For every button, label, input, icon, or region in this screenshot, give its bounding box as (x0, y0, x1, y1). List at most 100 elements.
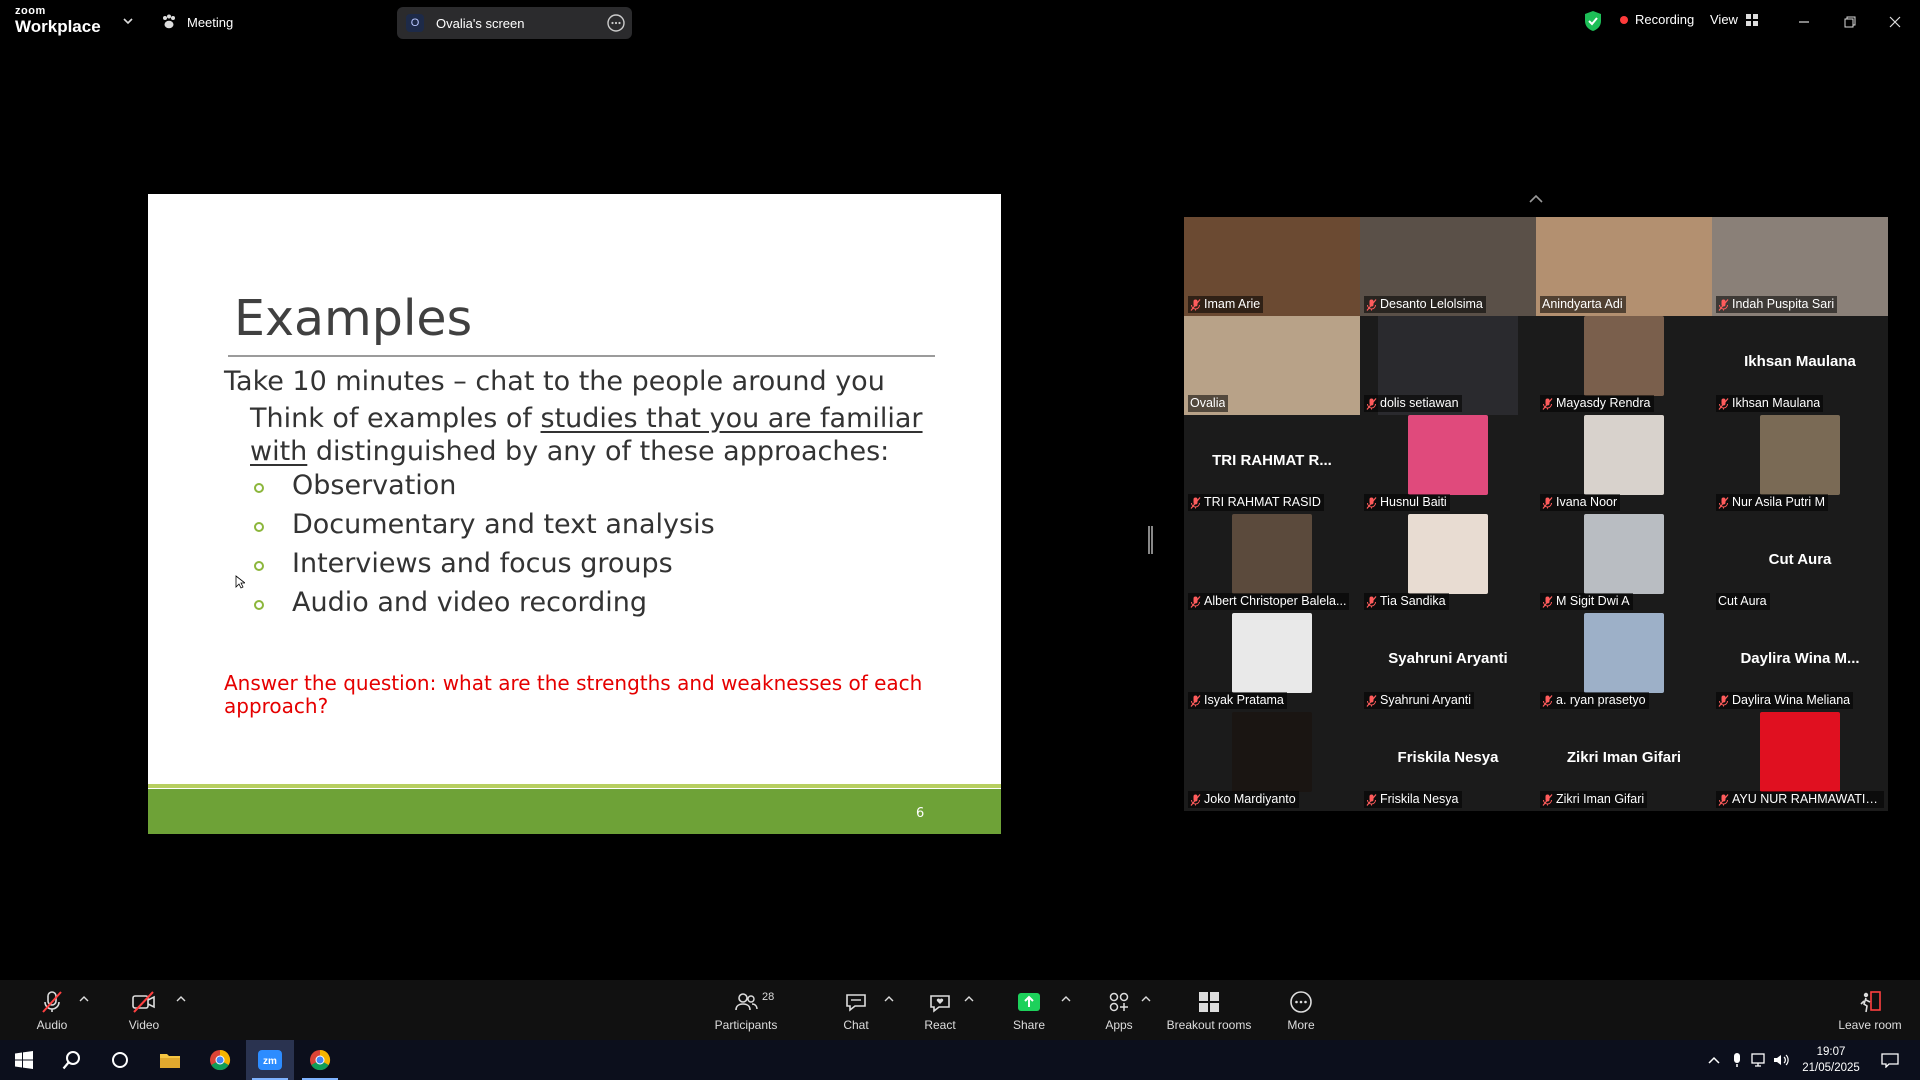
slide-bullet: Interviews and focus groups (254, 548, 715, 587)
mic-muted-icon (1190, 694, 1201, 707)
taskbar-file-explorer[interactable] (146, 1040, 194, 1080)
participant-gallery: Imam Arie Desanto Lelolsima Anindyarta Adi… (1184, 217, 1890, 811)
participants-button[interactable]: Participants (712, 980, 780, 1040)
participant-tile[interactable]: Albert Christoper Balela... (1184, 514, 1360, 613)
task-view-button[interactable] (96, 1040, 144, 1080)
participant-tile[interactable]: Isyak Pratama (1184, 613, 1360, 712)
participant-tile[interactable]: dolis setiawan (1360, 316, 1536, 415)
participant-tile[interactable]: Husnul Baiti (1360, 415, 1536, 514)
participant-display-name: Daylira Wina M... (1740, 650, 1860, 667)
shared-screen-indicator[interactable]: O Ovalia's screen (397, 7, 632, 39)
participant-tile[interactable]: Nur Asila Putri M (1712, 415, 1888, 514)
logo-top-text: zoom (15, 5, 46, 17)
chat-options-chevron-icon[interactable] (883, 994, 895, 1004)
participant-name: Cut Aura (1718, 594, 1767, 608)
recording-indicator[interactable]: Recording (1620, 12, 1694, 27)
participant-display-name: Friskila Nesya (1397, 749, 1499, 766)
minimize-button[interactable] (1792, 10, 1816, 34)
react-label: React (924, 1018, 956, 1032)
apps-button[interactable]: Apps (1097, 980, 1141, 1040)
participant-tile[interactable]: Zikri Iman Gifari Zikri Iman Gifari (1536, 712, 1712, 811)
restore-icon (1844, 16, 1856, 28)
video-button[interactable]: Video (122, 980, 166, 1040)
view-button[interactable]: View (1710, 12, 1758, 27)
meeting-toolbar: Audio Video Participants 28 Chat React S… (0, 980, 1920, 1040)
participant-tile[interactable]: Tia Sandika (1360, 514, 1536, 613)
participant-tile[interactable]: Mayasdy Rendra (1536, 316, 1712, 415)
participant-tile[interactable]: Anindyarta Adi (1536, 217, 1712, 316)
apps-options-chevron-icon[interactable] (1140, 994, 1152, 1004)
network-icon[interactable] (1750, 1052, 1768, 1068)
taskbar-chrome[interactable] (196, 1040, 244, 1080)
participant-name: dolis setiawan (1380, 396, 1459, 410)
participant-tile[interactable]: Imam Arie (1184, 217, 1360, 316)
taskbar-chrome-window[interactable] (296, 1040, 344, 1080)
recording-label: Recording (1635, 12, 1695, 27)
participant-tile[interactable]: M Sigit Dwi A (1536, 514, 1712, 613)
more-options-icon[interactable] (606, 13, 626, 33)
windows-logo-icon (15, 1051, 33, 1069)
windows-taskbar: zm 19:07 21/05/2025 (0, 1040, 1920, 1080)
show-hidden-icons-chevron-icon[interactable] (1705, 1052, 1723, 1068)
participant-tile[interactable]: TRI RAHMAT R... TRI RAHMAT RASID (1184, 415, 1360, 514)
participant-tile[interactable]: Desanto Lelolsima (1360, 217, 1536, 316)
participant-tile[interactable]: Friskila Nesya Friskila Nesya (1360, 712, 1536, 811)
share-button[interactable]: Share (1007, 980, 1051, 1040)
participant-video (1584, 316, 1664, 396)
chevron-down-icon[interactable] (120, 13, 136, 29)
security-shield-icon[interactable] (1583, 10, 1603, 32)
meeting-menu[interactable]: Meeting (160, 10, 233, 34)
audio-button[interactable]: Audio (30, 980, 74, 1040)
participant-name: Ovalia (1190, 396, 1226, 410)
breakout-rooms-button[interactable]: Breakout rooms (1163, 980, 1255, 1040)
close-button[interactable] (1883, 10, 1907, 34)
video-options-chevron-icon[interactable] (175, 994, 187, 1004)
start-button[interactable] (0, 1040, 48, 1080)
taskbar-zoom[interactable]: zm (246, 1040, 294, 1080)
participant-tile[interactable]: Ovalia (1184, 316, 1360, 415)
mic-muted-icon (1366, 496, 1377, 509)
participant-name: Joko Mardiyanto (1204, 792, 1296, 806)
screen-label: Ovalia's screen (436, 15, 525, 31)
participant-tile[interactable]: AYU NUR RAHMAWATI, ... (1712, 712, 1888, 811)
leave-room-button[interactable]: Leave room (1836, 980, 1904, 1040)
mic-muted-icon (1718, 397, 1729, 410)
slide-bullet-list: Observation Documentary and text analysi… (254, 470, 715, 626)
audio-options-chevron-icon[interactable] (78, 994, 90, 1004)
participant-tile[interactable]: Syahruni Aryanti Syahruni Aryanti (1360, 613, 1536, 712)
participant-tile[interactable]: a. ryan prasetyo (1536, 613, 1712, 712)
react-options-chevron-icon[interactable] (963, 994, 975, 1004)
participant-name: Friskila Nesya (1380, 792, 1459, 806)
participant-tile[interactable]: Cut Aura Cut Aura (1712, 514, 1888, 613)
taskbar-clock[interactable]: 19:07 21/05/2025 (1786, 1044, 1876, 1076)
screen-owner-avatar: O (406, 14, 424, 32)
participant-name-label: Isyak Pratama (1188, 692, 1287, 709)
restore-button[interactable] (1838, 10, 1862, 34)
mic-muted-icon (1366, 397, 1377, 410)
participant-name: Syahruni Aryanti (1380, 693, 1472, 707)
react-button[interactable]: React (918, 980, 962, 1040)
chevron-up-icon[interactable] (1526, 192, 1546, 206)
participant-name: Isyak Pratama (1204, 693, 1284, 707)
participant-name: TRI RAHMAT RASID (1204, 495, 1321, 509)
share-label: Share (1012, 1018, 1046, 1032)
participant-tile[interactable]: Joko Mardiyanto (1184, 712, 1360, 811)
split-divider-handle[interactable] (1148, 526, 1153, 554)
search-button[interactable] (48, 1040, 96, 1080)
share-options-chevron-icon[interactable] (1060, 994, 1072, 1004)
notifications-icon[interactable] (1880, 1052, 1900, 1068)
more-icon (1290, 991, 1312, 1013)
participant-tile[interactable]: Ivana Noor (1536, 415, 1712, 514)
slide-subinstruction: Think of examples of studies that you ar… (250, 402, 930, 468)
search-icon (62, 1051, 80, 1070)
mic-muted-icon (1542, 397, 1553, 410)
close-icon (1889, 16, 1901, 28)
participant-tile[interactable]: Daylira Wina M... Daylira Wina Meliana (1712, 613, 1888, 712)
zoom-workplace-logo[interactable]: zoom Workplace (15, 5, 101, 36)
microphone-tray-icon[interactable] (1728, 1052, 1746, 1068)
mic-muted-icon (1718, 298, 1729, 311)
participant-tile[interactable]: Ikhsan Maulana Ikhsan Maulana (1712, 316, 1888, 415)
more-button[interactable]: More (1279, 980, 1323, 1040)
chat-button[interactable]: Chat (834, 980, 878, 1040)
participant-tile[interactable]: Indah Puspita Sari (1712, 217, 1888, 316)
